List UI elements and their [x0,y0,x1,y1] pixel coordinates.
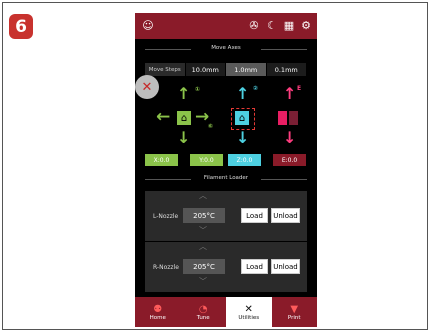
e-coordinate: E:0.0 [273,154,306,166]
filament-loader-title: Filament Loader [135,175,317,181]
e-minus-arrow[interactable]: ↓ [283,130,296,146]
y-plus-arrow[interactable]: ↑ [177,86,190,102]
nav-utilities[interactable]: ✕ Utilities [226,297,272,327]
z-coordinate: Z:0.0 [228,154,261,166]
robot-icon[interactable]: ☺ [141,19,155,33]
e-plus-arrow[interactable]: ↑ [283,86,296,102]
temp-up-icon[interactable]: ︿ [199,241,207,252]
nav-print[interactable]: ▼ Print [272,297,318,327]
gear-icon[interactable]: ⚙ [299,19,313,33]
print-icon: ▼ [290,303,299,315]
nav-home[interactable]: ⚉ Home [135,297,181,327]
nav-home-label: Home [149,314,166,321]
nav-print-label: Print [287,314,301,321]
nav-tune-label: Tune [196,314,210,321]
nav-tune[interactable]: ◔ Tune [181,297,227,327]
y-marker: ① [195,86,201,93]
left-extruder-icon[interactable] [278,111,287,125]
l-nozzle-label: L-Nozzle [153,213,179,220]
l-unload-button[interactable]: Unload [271,208,300,223]
right-extruder-icon[interactable] [289,111,298,125]
move-axes-title: Move Axes [135,45,317,51]
home-xy-button[interactable]: ⌂ [177,111,191,125]
tools-icon: ✕ [244,303,253,315]
grid-icon[interactable]: ▦ [282,19,296,33]
step-1mm[interactable]: 1.0mm [226,63,267,76]
temp-down-icon[interactable]: ﹀ [199,276,207,287]
people-icon: ⚉ [153,303,163,315]
y-coordinate: Y:0.0 [190,154,223,166]
phone-screen: ☺ ✇ ☾ ▦ ⚙ Move Axes Move Steps 10.0mm 1.… [135,13,317,327]
home-icon: ⌂ [238,112,246,124]
move-steps-label: Move Steps [145,63,186,76]
home-icon: ⌂ [180,112,188,124]
z-minus-arrow[interactable]: ↓ [236,130,249,146]
moon-icon[interactable]: ☾ [265,19,279,33]
step-10mm[interactable]: 10.0mm [185,63,226,76]
x-marker: ⑥ [208,123,214,130]
temp-down-icon[interactable]: ﹀ [199,225,207,236]
r-nozzle-panel: ︿ R-Nozzle 205°C ﹀ Load Unload [145,242,307,292]
x-minus-arrow[interactable]: ← [156,109,170,126]
fan-icon[interactable]: ✇ [247,19,261,33]
x-coordinate: X:0.0 [145,154,178,166]
disable-motors-button[interactable]: ✕ [135,75,159,99]
top-bar: ☺ ✇ ☾ ▦ ⚙ [135,13,317,39]
step-badge: 6 [9,14,33,39]
r-nozzle-label: R-Nozzle [153,264,179,271]
l-nozzle-temp-field[interactable]: 205°C [183,208,225,223]
gauge-icon: ◔ [198,303,208,315]
r-load-button[interactable]: Load [241,259,268,274]
step-01mm[interactable]: 0.1mm [266,63,307,76]
bottom-nav: ⚉ Home ◔ Tune ✕ Utilities ▼ Print [135,297,317,327]
z-marker: ② [253,85,259,92]
r-unload-button[interactable]: Unload [271,259,300,274]
l-load-button[interactable]: Load [241,208,268,223]
z-plus-arrow[interactable]: ↑ [236,86,249,102]
nav-utilities-label: Utilities [238,314,260,321]
move-steps-bar: Move Steps 10.0mm 1.0mm 0.1mm [145,63,307,76]
y-minus-arrow[interactable]: ↓ [177,130,190,146]
r-nozzle-temp-field[interactable]: 205°C [183,259,225,274]
motor-off-icon: ✕ [141,79,153,95]
e-marker: E [297,85,302,92]
temp-up-icon[interactable]: ︿ [199,190,207,201]
l-nozzle-panel: ︿ L-Nozzle 205°C ﹀ Load Unload [145,191,307,241]
home-z-button[interactable]: ⌂ [235,111,249,125]
